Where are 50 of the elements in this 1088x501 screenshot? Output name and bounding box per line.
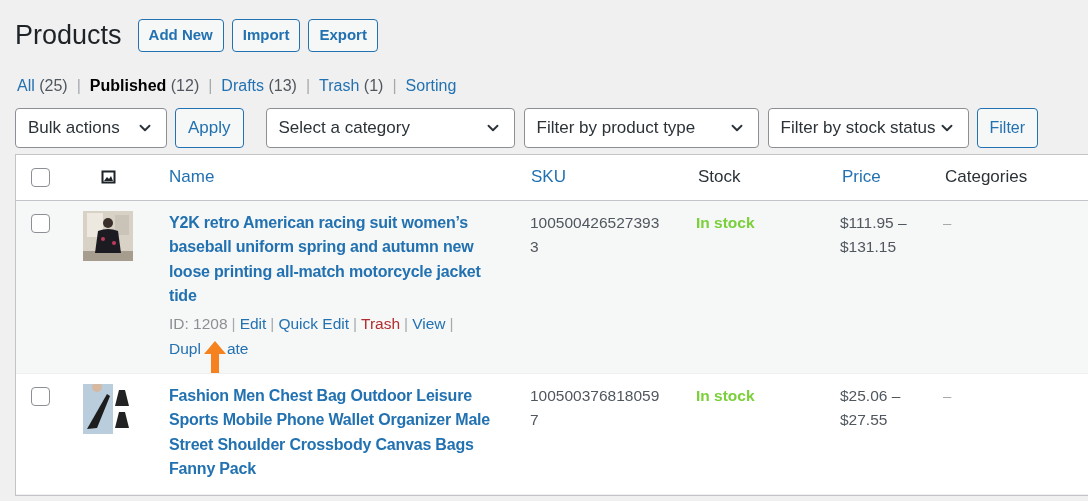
filter-select[interactable]: Filter by stock status xyxy=(767,107,969,148)
filter-select[interactable]: Select a category xyxy=(265,107,515,148)
header-button[interactable]: Add New xyxy=(137,18,224,52)
sku-text: 1005003768180597 xyxy=(530,385,661,430)
bulk-actions-select[interactable]: Bulk actions xyxy=(15,107,167,148)
status-filter-link[interactable]: All (25) xyxy=(17,73,68,98)
column-header[interactable]: Price xyxy=(842,167,881,187)
row-action-link[interactable]: Edit xyxy=(239,310,267,336)
stock-status: In stock xyxy=(696,213,755,231)
column-header: Stock xyxy=(698,167,741,187)
status-filter-link[interactable]: Published (12) xyxy=(89,73,200,98)
categories-text: – xyxy=(943,213,952,231)
separator: | xyxy=(404,313,409,334)
status-filter-link[interactable]: Sorting xyxy=(405,73,457,98)
column-header[interactable]: Name xyxy=(169,167,215,187)
product-name-link[interactable]: Fashion Men Chest Bag Outdoor Leisure Sports Mobile Phone Wallet Organizer Male Street Shoulder Crossbody Canvas Bags Fanny Pack xyxy=(169,383,502,482)
status-filter-link[interactable]: Trash (1) xyxy=(319,73,384,98)
separator: | xyxy=(231,313,236,334)
header-button[interactable]: Export xyxy=(308,18,378,52)
separator: | xyxy=(392,75,397,96)
price-text: $25.06 – $27.55 xyxy=(840,385,902,430)
separator: | xyxy=(270,313,275,334)
arrow-icon xyxy=(204,340,226,373)
separator: | xyxy=(305,75,311,96)
row-action-link[interactable]: Trash xyxy=(361,310,401,336)
checkbox[interactable] xyxy=(30,167,50,187)
row-action-link[interactable]: View xyxy=(412,310,446,336)
apply-button[interactable]: Apply xyxy=(175,107,244,148)
product-name-link[interactable]: Y2K retro American racing suit women’s baseball uniform spring and autumn new loose printing all-match motorcycle jacket tide xyxy=(169,210,502,309)
separator: | xyxy=(208,75,213,96)
separator: | xyxy=(449,313,454,334)
product-id: ID: 1208 xyxy=(169,313,228,334)
column-header: Categories xyxy=(945,167,1028,187)
checkbox[interactable] xyxy=(30,213,50,233)
status-filter-link[interactable]: Drafts (13) xyxy=(221,73,297,98)
separator: | xyxy=(76,75,81,96)
separator: | xyxy=(353,313,358,334)
sku-text: 1005004265273933 xyxy=(530,212,661,257)
checkbox[interactable] xyxy=(30,386,50,406)
price-text: $111.95 – $131.15 xyxy=(840,212,908,257)
header-button[interactable]: Import xyxy=(231,18,301,52)
filter-select[interactable]: Filter by product type xyxy=(523,107,759,148)
filter-button[interactable]: Filter xyxy=(976,107,1039,148)
image-icon xyxy=(100,170,116,184)
row-action-link[interactable]: Dupl ate xyxy=(169,335,249,361)
page-title: Products xyxy=(15,19,122,52)
column-header[interactable]: SKU xyxy=(531,167,566,187)
row-action-link[interactable]: Quick Edit xyxy=(278,310,350,336)
categories-text: – xyxy=(943,386,952,404)
stock-status: In stock xyxy=(696,386,755,404)
